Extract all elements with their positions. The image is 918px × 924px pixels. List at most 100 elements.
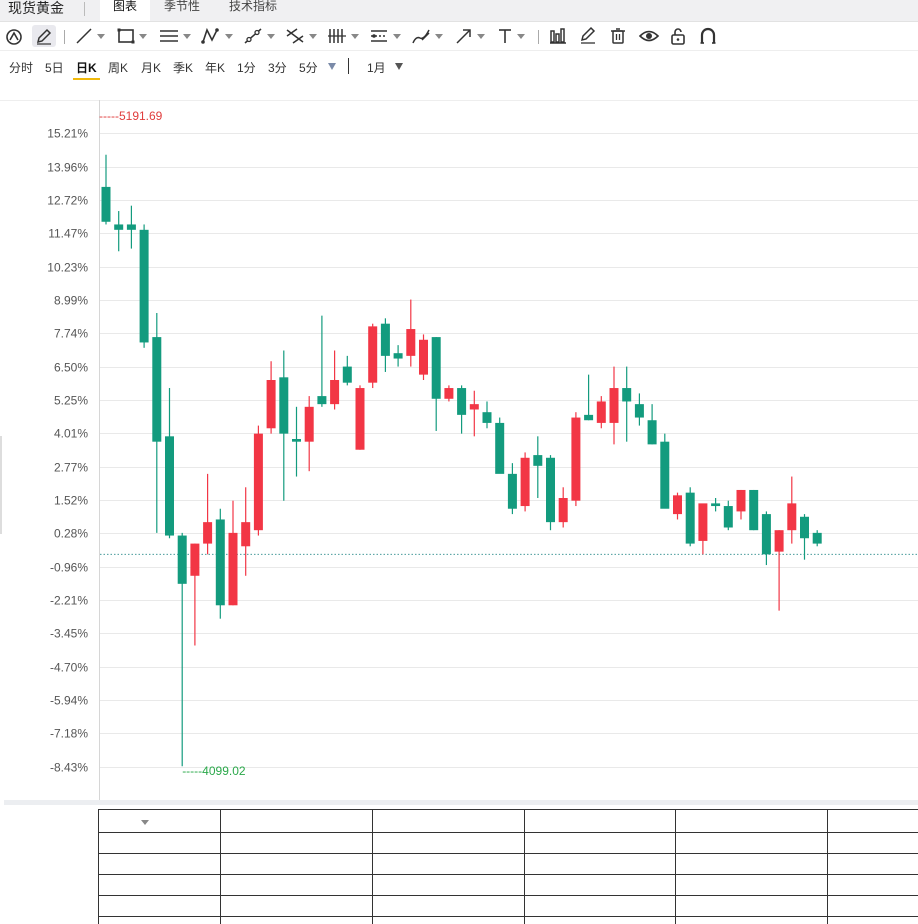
candle[interactable] — [609, 366, 619, 445]
candle[interactable] — [482, 401, 492, 429]
candle[interactable] — [571, 412, 581, 507]
candle[interactable] — [546, 455, 555, 531]
range-selector[interactable]: 1月 — [367, 59, 386, 76]
candle[interactable] — [114, 211, 124, 252]
candle[interactable] — [215, 508, 225, 619]
candle[interactable] — [101, 154, 111, 225]
candle[interactable] — [139, 224, 149, 348]
line-tool-button[interactable] — [74, 25, 105, 47]
tab-seasonality[interactable]: 季节性 — [158, 0, 206, 21]
candle[interactable] — [495, 417, 505, 474]
candle[interactable] — [634, 393, 644, 426]
candle[interactable] — [431, 337, 441, 431]
candle-body — [177, 535, 187, 584]
candle[interactable] — [457, 385, 467, 434]
period-quarterly[interactable]: 季K — [173, 59, 193, 76]
channel-tool-button[interactable] — [158, 25, 191, 47]
table-select-dropdown-icon[interactable] — [141, 820, 149, 825]
period-weekly[interactable]: 周K — [108, 59, 128, 76]
candle[interactable] — [749, 489, 759, 531]
candle[interactable] — [165, 388, 174, 539]
candle[interactable] — [558, 487, 568, 528]
candle[interactable] — [761, 511, 771, 566]
candle[interactable] — [177, 532, 187, 767]
candle[interactable] — [698, 503, 708, 555]
candle-body — [368, 326, 378, 383]
candlestick-chart[interactable]: 15.21% 13.96% 12.72% 11.47% 10.23% 8.99% 7.74%… — [0, 100, 918, 800]
candle[interactable] — [342, 355, 352, 386]
candle[interactable] — [469, 390, 479, 437]
table-col-divider — [220, 809, 221, 924]
candle[interactable] — [419, 334, 428, 381]
brush-tool-button[interactable] — [410, 25, 443, 47]
candle[interactable] — [355, 385, 365, 450]
chart-bottom-divider[interactable] — [4, 800, 918, 805]
arrow-tool-button[interactable] — [454, 25, 485, 47]
candle[interactable] — [812, 530, 822, 547]
measure-icon — [550, 28, 566, 44]
candle[interactable] — [292, 406, 301, 477]
candle[interactable] — [266, 361, 276, 434]
left-edge-handle[interactable] — [0, 436, 2, 534]
projection-tool-button[interactable] — [368, 25, 401, 47]
period-5day[interactable]: 5日 — [45, 59, 64, 76]
tab-chart[interactable]: 图表 — [100, 0, 150, 21]
candle[interactable] — [380, 318, 390, 372]
text-tool-button[interactable] — [496, 25, 525, 47]
lock-drawings-button[interactable] — [668, 25, 688, 47]
candle[interactable] — [774, 530, 784, 611]
period-monthly[interactable]: 月K — [141, 59, 161, 76]
period-yearly[interactable]: 年K — [205, 59, 225, 76]
magnet-mode-button[interactable] — [4, 25, 24, 47]
toggle-visibility-button[interactable] — [638, 25, 660, 47]
candle[interactable] — [330, 350, 340, 410]
period-more-dropdown-icon[interactable] — [328, 63, 336, 70]
pattern-tool-button[interactable] — [200, 25, 233, 47]
period-1min[interactable]: 1分 — [237, 59, 256, 76]
candle[interactable] — [228, 500, 238, 606]
candle[interactable] — [406, 299, 416, 367]
fib-tool-button[interactable] — [242, 25, 275, 47]
candle-body — [203, 522, 213, 544]
candle[interactable] — [584, 374, 594, 421]
candle[interactable] — [444, 385, 454, 402]
candle-body — [723, 506, 733, 528]
candle[interactable] — [622, 366, 632, 442]
tab-indicators[interactable]: 技术指标 — [222, 0, 284, 21]
candle-body — [609, 388, 619, 423]
candle[interactable] — [723, 500, 733, 531]
period-timeshare[interactable]: 分时 — [9, 59, 33, 76]
period-daily[interactable]: 日K — [76, 59, 97, 76]
candle[interactable] — [736, 489, 746, 520]
candle[interactable] — [685, 487, 695, 547]
candle[interactable] — [253, 425, 263, 536]
pitchfork-tool-button[interactable] — [284, 25, 317, 47]
gann-tool-button[interactable] — [326, 25, 359, 47]
candle[interactable] — [800, 514, 809, 560]
min-price-label: -----4099.02 — [182, 764, 246, 778]
period-5min[interactable]: 5分 — [299, 59, 318, 76]
candle[interactable] — [190, 543, 200, 646]
candle[interactable] — [317, 315, 327, 407]
candle[interactable] — [647, 404, 657, 445]
candle[interactable] — [203, 473, 213, 555]
candle[interactable] — [279, 350, 289, 501]
candle[interactable] — [660, 433, 670, 509]
eraser-tool-button[interactable] — [578, 25, 598, 47]
candle[interactable] — [520, 452, 530, 512]
candle[interactable] — [152, 312, 162, 533]
candle[interactable] — [304, 396, 314, 472]
pencil-tool-button[interactable] — [32, 25, 56, 47]
snap-magnet-button[interactable] — [698, 25, 718, 47]
period-3min[interactable]: 3分 — [268, 59, 287, 76]
range-dropdown-icon[interactable] — [395, 63, 403, 70]
rectangle-tool-button[interactable] — [116, 25, 147, 47]
measure-tool-button[interactable] — [548, 25, 568, 47]
y-tick-label: 1.52% — [54, 494, 88, 508]
candle[interactable] — [368, 323, 378, 389]
candle[interactable] — [673, 492, 682, 520]
delete-drawings-button[interactable] — [608, 25, 628, 47]
candle[interactable] — [393, 345, 403, 367]
candle[interactable] — [126, 205, 136, 249]
candle[interactable] — [507, 463, 517, 515]
